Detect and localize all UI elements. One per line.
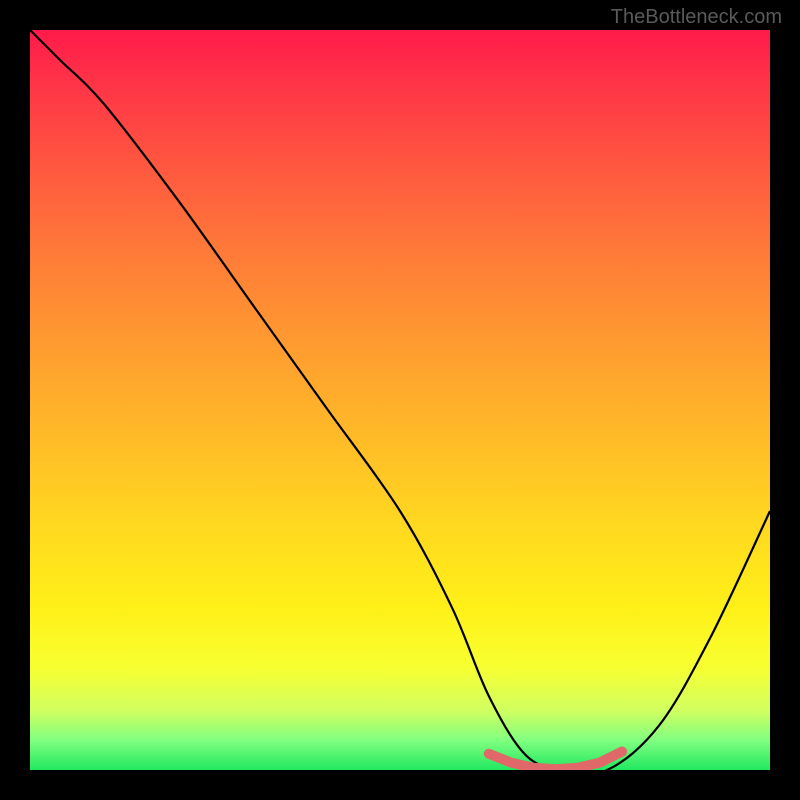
- bottleneck-curve-svg: [30, 30, 770, 770]
- optimal-range-highlight: [489, 752, 622, 770]
- watermark-text: TheBottleneck.com: [611, 6, 782, 29]
- bottleneck-curve-path: [30, 30, 770, 770]
- chart-container: [30, 30, 770, 770]
